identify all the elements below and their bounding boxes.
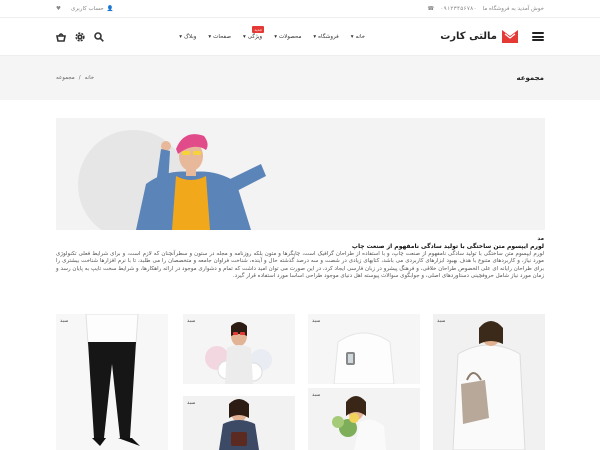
product-card[interactable]: سبد — [433, 314, 545, 450]
product-image — [205, 322, 272, 384]
nav-label: وبلاگ — [183, 33, 197, 40]
nav-item-pages[interactable]: صفحات ▾ — [208, 34, 231, 40]
new-badge: جدید — [252, 25, 265, 33]
chevron-down-icon: ▾ — [179, 33, 182, 40]
product-card[interactable]: سبد — [308, 388, 420, 450]
chevron-down-icon: ▾ — [208, 33, 212, 40]
nav-label: فروشگاه — [318, 33, 339, 40]
basket-icon[interactable]: سبد — [312, 392, 320, 398]
nav-label: خانه — [355, 33, 366, 40]
category-body: لورم ایپسوم متن ساختگی با تولید سادگی نا… — [56, 250, 544, 280]
category-banner — [56, 118, 545, 230]
product-image — [85, 314, 140, 446]
basket-icon[interactable]: سبد — [187, 400, 195, 406]
menu-icon[interactable] — [532, 32, 544, 41]
nav-item-products[interactable]: محصولات ▾ — [274, 34, 301, 40]
category-description: مد لورم ایپسوم متن ساختگی با تولید سادگی… — [56, 236, 544, 280]
basket-icon[interactable]: سبد — [60, 318, 68, 324]
basket-icon[interactable]: سبد — [312, 318, 320, 324]
nav-item-blog[interactable]: وبلاگ ▾ — [179, 34, 196, 40]
main-header: مالتی کارت خانه ▾ فروشگاه ▾ محصولات ▾ جدید و… — [0, 18, 600, 56]
nav-label: محصولات — [278, 33, 302, 40]
breadcrumb: خانه / مجموعه — [56, 75, 94, 81]
user-icon: 👤 — [106, 5, 114, 12]
product-image — [332, 396, 386, 450]
chevron-down-icon: ▾ — [243, 33, 246, 40]
nav-label: ویژگی — [247, 33, 263, 40]
welcome-text: خوش آمدید به فروشگاه ما — [482, 5, 544, 12]
chevron-down-icon: ▾ — [274, 33, 277, 40]
logo-icon — [502, 30, 518, 43]
header-tools — [56, 31, 104, 42]
chevron-down-icon: ▾ — [350, 33, 354, 40]
page-title-bar: مجموعه خانه / مجموعه — [0, 56, 600, 100]
breadcrumb-separator: / — [78, 75, 81, 81]
nav-item-features[interactable]: جدید ویژگی ▾ — [243, 25, 265, 40]
banner-model-image — [136, 134, 266, 230]
product-card[interactable]: سبد — [183, 396, 295, 450]
search-icon[interactable] — [94, 31, 104, 42]
product-card[interactable]: سبد — [56, 314, 168, 450]
product-card[interactable]: سبد — [308, 314, 420, 384]
account-label: حساب کاربری — [70, 5, 104, 12]
cart-icon[interactable] — [56, 32, 66, 42]
settings-icon[interactable] — [75, 31, 85, 42]
category-heading: لورم ایپسوم متن ساختگی با تولید سادگی نا… — [351, 243, 544, 251]
phone-number[interactable]: ۰۹۱۲۳۴۵۶۷۸۰ — [440, 6, 476, 12]
nav-label: صفحات — [213, 33, 232, 40]
site-logo[interactable]: مالتی کارت — [440, 30, 518, 43]
product-image — [333, 332, 395, 384]
basket-icon[interactable]: سبد — [187, 318, 195, 324]
top-bar: خوش آمدید به فروشگاه ما ۰۹۱۲۳۴۵۶۷۸۰ ☎ 👤 … — [0, 0, 600, 18]
product-card[interactable]: سبد — [183, 314, 295, 384]
phone-icon: ☎ — [427, 5, 435, 12]
wishlist-icon[interactable]: ♥ — [56, 6, 61, 12]
product-image — [452, 321, 526, 450]
product-image — [219, 399, 259, 450]
basket-icon[interactable]: سبد — [437, 318, 445, 324]
breadcrumb-current: مجموعه — [56, 75, 75, 81]
nav-item-shop[interactable]: فروشگاه ▾ — [313, 34, 338, 40]
page-title: مجموعه — [516, 74, 545, 82]
account-link[interactable]: 👤 حساب کاربری — [71, 6, 114, 12]
chevron-down-icon: ▾ — [313, 33, 317, 40]
breadcrumb-home[interactable]: خانه — [85, 75, 95, 81]
logo-text: مالتی کارت — [440, 31, 497, 42]
nav-item-home[interactable]: خانه ▾ — [351, 34, 365, 40]
main-nav: خانه ▾ فروشگاه ▾ محصولات ▾ جدید ویژگی ▾ صفحات… — [179, 25, 365, 40]
